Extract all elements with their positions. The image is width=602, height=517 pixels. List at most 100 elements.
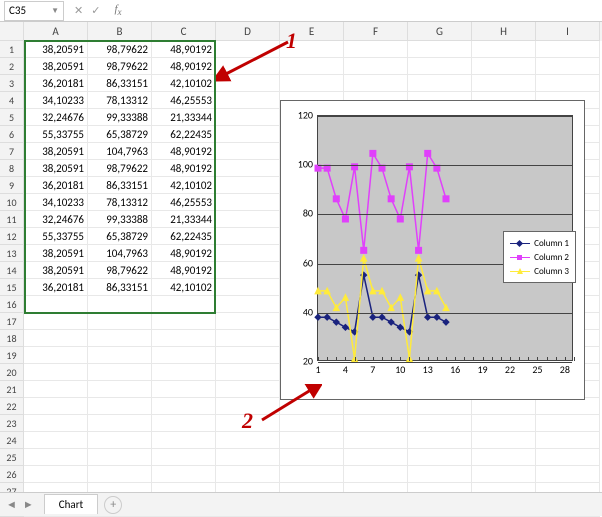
cell[interactable]: 99,33388 [88,109,152,126]
cell[interactable] [24,415,88,432]
col-header-A[interactable]: A [24,22,88,41]
cell[interactable]: 38,20591 [24,41,88,58]
row-header[interactable]: 8 [0,160,24,177]
cell[interactable] [408,449,472,466]
cell[interactable]: 42,10102 [152,177,216,194]
cell[interactable] [152,381,216,398]
check-icon[interactable]: ✓ [91,4,100,17]
cell[interactable]: 48,90192 [152,58,216,75]
cell[interactable] [24,449,88,466]
cell[interactable] [24,296,88,313]
cell[interactable] [88,313,152,330]
cell[interactable] [216,245,280,262]
cell[interactable] [344,58,408,75]
cell[interactable]: 98,79622 [88,41,152,58]
cell[interactable] [472,41,536,58]
cell[interactable] [216,109,280,126]
cell[interactable]: 104,7963 [88,245,152,262]
cell[interactable] [472,432,536,449]
row-header[interactable]: 5 [0,109,24,126]
chevron-down-icon[interactable]: ▼ [51,6,59,16]
cell[interactable]: 36,20181 [24,177,88,194]
cell[interactable] [216,160,280,177]
cell[interactable]: 32,24676 [24,211,88,228]
cell[interactable]: 48,90192 [152,262,216,279]
cell[interactable] [216,143,280,160]
cell[interactable] [216,313,280,330]
cell[interactable] [536,41,600,58]
cell[interactable] [152,398,216,415]
cell[interactable] [88,398,152,415]
cell[interactable] [88,432,152,449]
row-header[interactable]: 4 [0,92,24,109]
cell[interactable] [24,466,88,483]
cell[interactable] [408,415,472,432]
select-all-corner[interactable] [0,22,24,41]
row-header[interactable]: 20 [0,364,24,381]
row-header[interactable]: 10 [0,194,24,211]
cell[interactable] [280,466,344,483]
cell[interactable] [536,398,600,415]
cell[interactable] [88,415,152,432]
row-header[interactable]: 22 [0,398,24,415]
row-header[interactable]: 18 [0,330,24,347]
cell[interactable] [472,75,536,92]
cell[interactable] [344,41,408,58]
row-header[interactable]: 9 [0,177,24,194]
col-header-B[interactable]: B [88,22,152,41]
cell[interactable] [216,279,280,296]
cell[interactable]: 48,90192 [152,245,216,262]
cell[interactable] [216,211,280,228]
cell[interactable] [88,364,152,381]
legend-item[interactable]: Column 3 [510,264,569,278]
cell[interactable] [24,313,88,330]
cell[interactable]: 36,20181 [24,279,88,296]
cell[interactable]: 98,79622 [88,160,152,177]
cell[interactable] [472,466,536,483]
cell[interactable] [344,75,408,92]
cell[interactable]: 36,20181 [24,75,88,92]
row-header[interactable]: 24 [0,432,24,449]
tab-next-icon[interactable]: ► [23,498,34,511]
row-header[interactable]: 3 [0,75,24,92]
cell[interactable] [152,313,216,330]
cell[interactable] [24,398,88,415]
cell[interactable] [472,449,536,466]
cell[interactable]: 55,33755 [24,228,88,245]
embedded-chart[interactable]: 14710131619222528 Column 1Column 2Column… [280,100,585,400]
cell[interactable] [216,466,280,483]
row-header[interactable]: 19 [0,347,24,364]
row-header[interactable]: 7 [0,143,24,160]
cell[interactable] [472,415,536,432]
fx-icon[interactable]: fx [114,3,121,17]
col-header-I[interactable]: I [536,22,600,41]
cell[interactable]: 34,10233 [24,194,88,211]
cell[interactable] [216,449,280,466]
row-header[interactable]: 13 [0,245,24,262]
cell[interactable] [216,92,280,109]
cell[interactable]: 55,33755 [24,126,88,143]
cell[interactable] [152,466,216,483]
col-header-C[interactable]: C [152,22,216,41]
cell[interactable] [408,432,472,449]
cell[interactable] [216,262,280,279]
row-header[interactable]: 12 [0,228,24,245]
cell[interactable] [536,58,600,75]
chart-legend[interactable]: Column 1Column 2Column 3 [503,231,576,283]
cell[interactable] [408,75,472,92]
cell[interactable] [24,381,88,398]
cell[interactable] [536,466,600,483]
tab-prev-icon[interactable]: ◄ [6,498,17,511]
name-box[interactable]: C35 ▼ [4,1,64,21]
cell[interactable] [152,415,216,432]
col-header-H[interactable]: H [472,22,536,41]
cell[interactable]: 99,33388 [88,211,152,228]
cell[interactable] [88,381,152,398]
cell[interactable] [344,449,408,466]
col-header-F[interactable]: F [344,22,408,41]
cell[interactable]: 78,13312 [88,194,152,211]
cell[interactable] [216,347,280,364]
cell[interactable]: 62,22435 [152,228,216,245]
cell[interactable] [344,415,408,432]
cell[interactable] [536,75,600,92]
